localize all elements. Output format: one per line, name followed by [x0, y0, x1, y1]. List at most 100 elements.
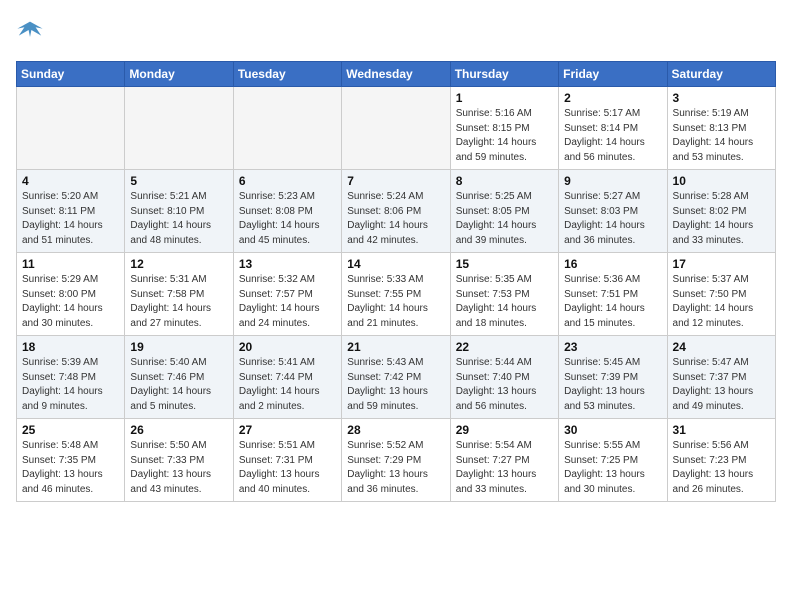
day-number: 23: [564, 340, 661, 354]
day-info: Sunrise: 5:32 AM Sunset: 7:57 PM Dayligh…: [239, 273, 336, 331]
day-info: Sunrise: 5:23 AM Sunset: 8:08 PM Dayligh…: [239, 190, 336, 248]
day-info: Sunrise: 5:48 AM Sunset: 7:35 PM Dayligh…: [22, 439, 119, 497]
weekday-header: Thursday: [450, 62, 558, 87]
day-number: 29: [456, 423, 553, 437]
calendar-day: 14Sunrise: 5:33 AM Sunset: 7:55 PM Dayli…: [342, 253, 450, 336]
day-info: Sunrise: 5:43 AM Sunset: 7:42 PM Dayligh…: [347, 356, 444, 414]
day-info: Sunrise: 5:54 AM Sunset: 7:27 PM Dayligh…: [456, 439, 553, 497]
calendar-day: 12 Sunrise: 5:31 AM Sunset: 7:58 PM Dayli…: [125, 253, 233, 336]
day-number: 7: [347, 174, 444, 188]
day-number: 9: [564, 174, 661, 188]
day-number: 16: [564, 257, 661, 271]
day-number: 25: [22, 423, 119, 437]
day-info: Sunrise: 5:35 AM Sunset: 7:53 PM Dayligh…: [456, 273, 553, 331]
day-number: 22: [456, 340, 553, 354]
day-info: Sunrise: 5:27 AM Sunset: 8:03 PM Dayligh…: [564, 190, 661, 248]
calendar-day: 15 Sunrise: 5:35 AM Sunset: 7:53 PM Dayli…: [450, 253, 558, 336]
calendar-day: 27 Sunrise: 5:51 AM Sunset: 7:31 PM Dayli…: [233, 419, 341, 502]
calendar-day: 16 Sunrise: 5:36 AM Sunset: 7:51 PM Dayli…: [559, 253, 667, 336]
day-number: 19: [130, 340, 227, 354]
day-number: 13: [239, 257, 336, 271]
weekday-header: Wednesday: [342, 62, 450, 87]
day-number: 18: [22, 340, 119, 354]
calendar-day: 3 Sunrise: 5:19 AM Sunset: 8:13 PM Daylig…: [667, 87, 775, 170]
day-number: 15: [456, 257, 553, 271]
calendar-day: 28 Sunrise: 5:52 AM Sunset: 7:29 PM Dayli…: [342, 419, 450, 502]
calendar-week-row: 1 Sunrise: 5:16 AM Sunset: 8:15 PM Daylig…: [17, 87, 776, 170]
day-info: Sunrise: 5:21 AM Sunset: 8:10 PM Dayligh…: [130, 190, 227, 248]
day-number: 5: [130, 174, 227, 188]
day-number: 30: [564, 423, 661, 437]
logo-bird-icon: [16, 16, 44, 44]
day-info: Sunrise: 5:31 AM Sunset: 7:58 PM Dayligh…: [130, 273, 227, 331]
day-number: 27: [239, 423, 336, 437]
calendar-day: 21 Sunrise: 5:43 AM Sunset: 7:42 PM Dayli…: [342, 336, 450, 419]
day-number: 2: [564, 91, 661, 105]
day-number: 10: [673, 174, 770, 188]
day-number: 21: [347, 340, 444, 354]
calendar-day: 8Sunrise: 5:25 AM Sunset: 8:05 PM Daylig…: [450, 170, 558, 253]
calendar-day: 31 Sunrise: 5:56 AM Sunset: 7:23 PM Dayli…: [667, 419, 775, 502]
day-number: 3: [673, 91, 770, 105]
day-info: Sunrise: 5:17 AM Sunset: 8:14 PM Dayligh…: [564, 107, 661, 165]
day-number: 31: [673, 423, 770, 437]
calendar-day: 22 Sunrise: 5:44 AM Sunset: 7:40 PM Dayli…: [450, 336, 558, 419]
day-info: Sunrise: 5:52 AM Sunset: 7:29 PM Dayligh…: [347, 439, 444, 497]
day-info: Sunrise: 5:37 AM Sunset: 7:50 PM Dayligh…: [673, 273, 770, 331]
weekday-header: Saturday: [667, 62, 775, 87]
day-info: Sunrise: 5:33 AM Sunset: 7:55 PM Dayligh…: [347, 273, 444, 331]
calendar-week-row: 25 Sunrise: 5:48 AM Sunset: 7:35 PM Dayli…: [17, 419, 776, 502]
day-info: Sunrise: 5:36 AM Sunset: 7:51 PM Dayligh…: [564, 273, 661, 331]
calendar-day: 13 Sunrise: 5:32 AM Sunset: 7:57 PM Dayli…: [233, 253, 341, 336]
calendar-day: 30 Sunrise: 5:55 AM Sunset: 7:25 PM Dayli…: [559, 419, 667, 502]
day-info: Sunrise: 5:55 AM Sunset: 7:25 PM Dayligh…: [564, 439, 661, 497]
calendar-day: 20 Sunrise: 5:41 AM Sunset: 7:44 PM Dayli…: [233, 336, 341, 419]
calendar-day: 1 Sunrise: 5:16 AM Sunset: 8:15 PM Daylig…: [450, 87, 558, 170]
day-info: Sunrise: 5:44 AM Sunset: 7:40 PM Dayligh…: [456, 356, 553, 414]
calendar-empty-day: [342, 87, 450, 170]
calendar-day: 17Sunrise: 5:37 AM Sunset: 7:50 PM Dayli…: [667, 253, 775, 336]
day-info: Sunrise: 5:47 AM Sunset: 7:37 PM Dayligh…: [673, 356, 770, 414]
calendar-week-row: 11 Sunrise: 5:29 AM Sunset: 8:00 PM Dayli…: [17, 253, 776, 336]
day-info: Sunrise: 5:16 AM Sunset: 8:15 PM Dayligh…: [456, 107, 553, 165]
header: [16, 16, 776, 49]
day-info: Sunrise: 5:20 AM Sunset: 8:11 PM Dayligh…: [22, 190, 119, 248]
day-number: 6: [239, 174, 336, 188]
day-info: Sunrise: 5:28 AM Sunset: 8:02 PM Dayligh…: [673, 190, 770, 248]
day-info: Sunrise: 5:56 AM Sunset: 7:23 PM Dayligh…: [673, 439, 770, 497]
calendar-day: 10 Sunrise: 5:28 AM Sunset: 8:02 PM Dayli…: [667, 170, 775, 253]
weekday-header: Monday: [125, 62, 233, 87]
logo: [16, 16, 48, 49]
calendar-day: 19Sunrise: 5:40 AM Sunset: 7:46 PM Dayli…: [125, 336, 233, 419]
calendar-empty-day: [125, 87, 233, 170]
day-info: Sunrise: 5:24 AM Sunset: 8:06 PM Dayligh…: [347, 190, 444, 248]
day-info: Sunrise: 5:29 AM Sunset: 8:00 PM Dayligh…: [22, 273, 119, 331]
calendar-day: 5 Sunrise: 5:21 AM Sunset: 8:10 PM Daylig…: [125, 170, 233, 253]
calendar-day: 24Sunrise: 5:47 AM Sunset: 7:37 PM Dayli…: [667, 336, 775, 419]
weekday-header: Friday: [559, 62, 667, 87]
day-info: Sunrise: 5:19 AM Sunset: 8:13 PM Dayligh…: [673, 107, 770, 165]
day-number: 11: [22, 257, 119, 271]
calendar-day: 6 Sunrise: 5:23 AM Sunset: 8:08 PM Daylig…: [233, 170, 341, 253]
calendar-day: 26 Sunrise: 5:50 AM Sunset: 7:33 PM Dayli…: [125, 419, 233, 502]
calendar-header-row: SundayMondayTuesdayWednesdayThursdayFrid…: [17, 62, 776, 87]
day-info: Sunrise: 5:51 AM Sunset: 7:31 PM Dayligh…: [239, 439, 336, 497]
calendar-day: 7 Sunrise: 5:24 AM Sunset: 8:06 PM Daylig…: [342, 170, 450, 253]
day-number: 28: [347, 423, 444, 437]
calendar-day: 18Sunrise: 5:39 AM Sunset: 7:48 PM Dayli…: [17, 336, 125, 419]
day-number: 12: [130, 257, 227, 271]
day-number: 20: [239, 340, 336, 354]
day-number: 26: [130, 423, 227, 437]
day-number: 4: [22, 174, 119, 188]
calendar-day: 11 Sunrise: 5:29 AM Sunset: 8:00 PM Dayli…: [17, 253, 125, 336]
day-info: Sunrise: 5:45 AM Sunset: 7:39 PM Dayligh…: [564, 356, 661, 414]
day-info: Sunrise: 5:41 AM Sunset: 7:44 PM Dayligh…: [239, 356, 336, 414]
calendar-day: 2 Sunrise: 5:17 AM Sunset: 8:14 PM Daylig…: [559, 87, 667, 170]
calendar: SundayMondayTuesdayWednesdayThursdayFrid…: [16, 61, 776, 502]
day-number: 8: [456, 174, 553, 188]
calendar-week-row: 4 Sunrise: 5:20 AM Sunset: 8:11 PM Daylig…: [17, 170, 776, 253]
day-number: 1: [456, 91, 553, 105]
calendar-empty-day: [17, 87, 125, 170]
day-info: Sunrise: 5:50 AM Sunset: 7:33 PM Dayligh…: [130, 439, 227, 497]
weekday-header: Tuesday: [233, 62, 341, 87]
